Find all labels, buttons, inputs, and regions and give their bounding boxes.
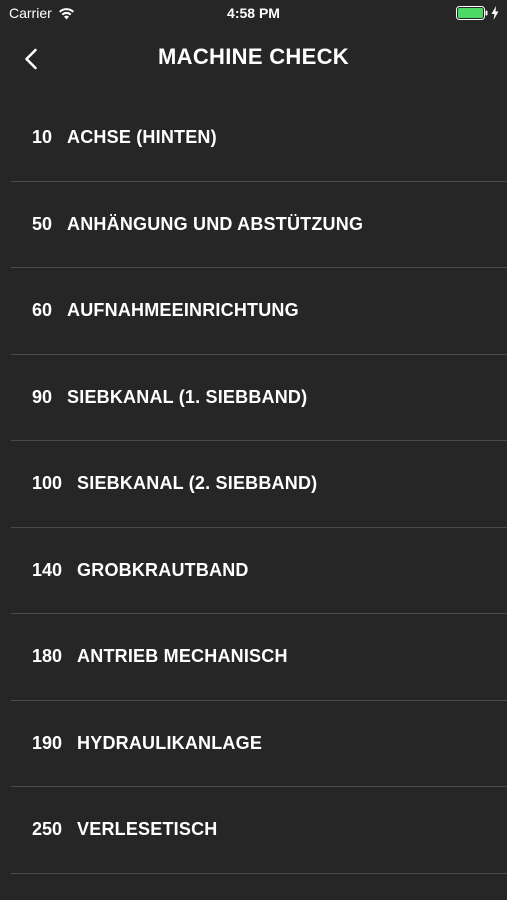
item-label: SIEBKANAL (1. SIEBBAND) [67,386,308,407]
item-label: GROBKRAUTBAND [77,559,249,580]
list-item[interactable]: 60 AUFNAHMEEINRICHTUNG [11,268,507,355]
list-item[interactable]: 90 SIEBKANAL (1. SIEBBAND) [11,355,507,441]
item-code: 50 [32,213,53,234]
item-code: 180 [32,646,63,667]
list-item[interactable]: 50 ANHÄNGUNG UND ABSTÜTZUNG [11,182,507,268]
page-title: MACHINE CHECK [158,44,349,69]
item-code: 60 [32,300,53,321]
item-label: ACHSE (HINTEN) [67,127,217,148]
bolt-icon [491,6,499,20]
item-code: 90 [32,386,53,407]
item-code: 140 [32,559,63,580]
battery-group [456,6,499,20]
item-label: SIEBKANAL (2. SIEBBAND) [77,473,318,494]
list-item[interactable]: 180 ANTRIEB MECHANISCH [11,614,507,701]
battery-icon [456,6,489,20]
item-code: 100 [32,473,63,494]
item-label: ANTRIEB MECHANISCH [77,646,288,667]
list-item[interactable]: 100 SIEBKANAL (2. SIEBBAND) [11,441,507,528]
item-label: ANHÄNGUNG UND ABSTÜTZUNG [67,213,364,234]
item-label: AUFNAHMEEINRICHTUNG [67,300,299,321]
item-code: 10 [32,127,53,148]
item-code: 250 [32,819,63,840]
list-item[interactable]: 190 HYDRAULIKANLAGE [11,701,507,787]
machine-check-list: 10 ACHSE (HINTEN) 50 ANHÄNGUNG UND ABSTÜ… [0,95,507,874]
navigation-bar: MACHINE CHECK [0,28,507,88]
list-item[interactable]: 250 VERLESETISCH [11,787,507,874]
list-item[interactable]: 140 GROBKRAUTBAND [11,528,507,614]
item-label: HYDRAULIKANLAGE [77,732,263,753]
status-time: 4:58 PM [227,5,280,21]
item-code: 190 [32,732,63,753]
item-label: VERLESETISCH [77,819,218,840]
status-bar: Carrier 4:58 PM [0,0,507,28]
list-item[interactable]: 10 ACHSE (HINTEN) [11,95,507,182]
